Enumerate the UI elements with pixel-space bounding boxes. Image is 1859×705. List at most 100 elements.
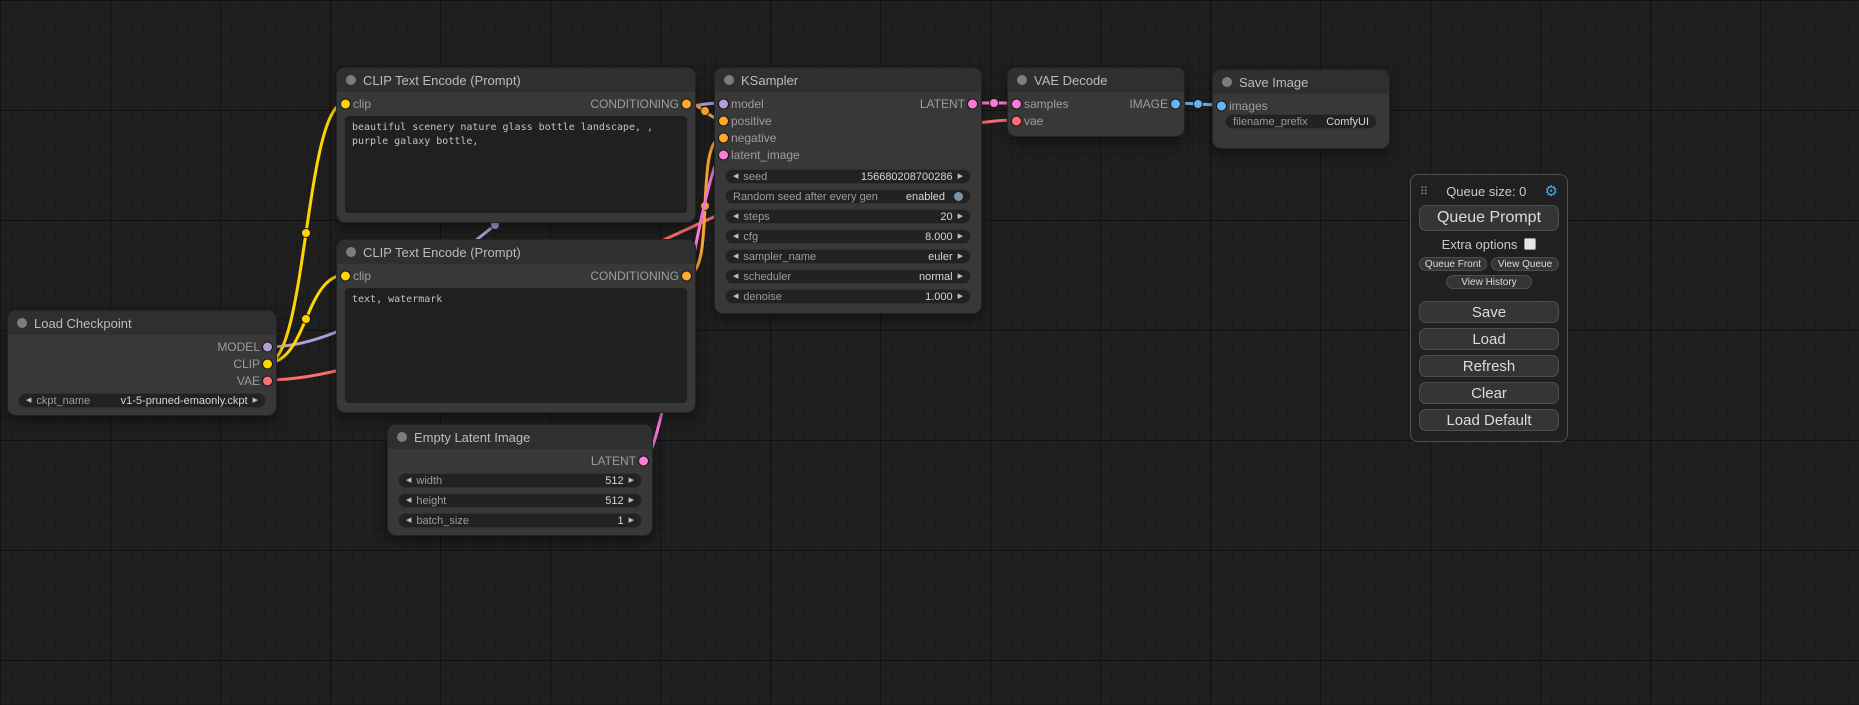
increment-arrow-icon[interactable]: ▶ <box>958 173 963 180</box>
decrement-arrow-icon[interactable]: ◀ <box>733 173 738 180</box>
increment-arrow-icon[interactable]: ▶ <box>958 213 963 220</box>
node-clip-text-encode-negative[interactable]: CLIP Text Encode (Prompt) clip CONDITION… <box>337 240 695 412</box>
decrement-arrow-icon[interactable]: ◀ <box>406 517 411 524</box>
prompt-text-field[interactable]: beautiful scenery nature glass bottle la… <box>345 116 687 213</box>
collapse-dot-icon[interactable] <box>17 318 27 328</box>
widget-height[interactable]: ◀ height 512 ▶ <box>398 493 642 508</box>
widget-ckpt-name[interactable]: ◀ ckpt_name v1-5-pruned-emaonly.ckpt ▶ <box>18 393 266 408</box>
output-port-vae[interactable] <box>263 376 272 385</box>
view-queue-button[interactable]: View Queue <box>1491 257 1559 271</box>
comfyui-canvas[interactable]: { "icons": { "left_arrow": "◀", "right_a… <box>0 0 1859 705</box>
save-button[interactable]: Save <box>1419 301 1559 323</box>
input-port-images[interactable] <box>1217 101 1226 110</box>
widget-batch-size[interactable]: ◀ batch_size 1 ▶ <box>398 513 642 528</box>
decrement-arrow-icon[interactable]: ◀ <box>26 397 31 404</box>
output-port-clip[interactable] <box>263 359 272 368</box>
node-vae-decode[interactable]: VAE Decode samples IMAGE vae <box>1008 68 1184 136</box>
output-label-conditioning: CONDITIONING <box>590 269 679 283</box>
widget-filename-prefix[interactable]: filename_prefix ComfyUI <box>1225 114 1377 129</box>
node-title-bar[interactable]: Save Image <box>1213 70 1389 94</box>
increment-arrow-icon[interactable]: ▶ <box>958 293 963 300</box>
input-port-clip[interactable] <box>341 271 350 280</box>
node-save-image[interactable]: Save Image images filename_prefix ComfyU… <box>1213 70 1389 148</box>
widget-denoise[interactable]: ◀ denoise 1.000 ▶ <box>725 289 971 304</box>
widget-value: ComfyUI <box>1326 116 1369 128</box>
collapse-dot-icon[interactable] <box>724 75 734 85</box>
output-row-latent: LATENT <box>388 452 652 469</box>
queue-prompt-button[interactable]: Queue Prompt <box>1419 205 1559 231</box>
increment-arrow-icon[interactable]: ▶ <box>629 497 634 504</box>
widget-seed[interactable]: ◀ seed 156680208700286 ▶ <box>725 169 971 184</box>
view-history-button[interactable]: View History <box>1446 275 1533 289</box>
clear-button[interactable]: Clear <box>1419 382 1559 404</box>
output-port-conditioning[interactable] <box>682 99 691 108</box>
collapse-dot-icon[interactable] <box>346 247 356 257</box>
output-port-model[interactable] <box>263 342 272 351</box>
widget-value: 1 <box>617 515 623 527</box>
prompt-text-field[interactable]: text, watermark <box>345 288 687 403</box>
node-title-bar[interactable]: Load Checkpoint <box>8 311 276 335</box>
widget-steps[interactable]: ◀ steps 20 ▶ <box>725 209 971 224</box>
decrement-arrow-icon[interactable]: ◀ <box>733 273 738 280</box>
node-ksampler[interactable]: KSampler model LATENT positive negative … <box>715 68 981 313</box>
collapse-dot-icon[interactable] <box>397 432 407 442</box>
increment-arrow-icon[interactable]: ▶ <box>958 253 963 260</box>
decrement-arrow-icon[interactable]: ◀ <box>406 477 411 484</box>
decrement-arrow-icon[interactable]: ◀ <box>733 213 738 220</box>
decrement-arrow-icon[interactable]: ◀ <box>733 293 738 300</box>
node-load-checkpoint[interactable]: Load Checkpoint MODEL CLIP VAE ◀ ckpt_na… <box>8 311 276 415</box>
output-port-conditioning[interactable] <box>682 271 691 280</box>
widget-value: 1.000 <box>925 291 953 303</box>
input-port-latent-image[interactable] <box>719 150 728 159</box>
drag-handle-icon[interactable]: ⠿ <box>1420 185 1428 198</box>
increment-arrow-icon[interactable]: ▶ <box>958 233 963 240</box>
node-empty-latent-image[interactable]: Empty Latent Image LATENT ◀ width 512 ▶ … <box>388 425 652 535</box>
refresh-button[interactable]: Refresh <box>1419 355 1559 377</box>
increment-arrow-icon[interactable]: ▶ <box>629 517 634 524</box>
load-button[interactable]: Load <box>1419 328 1559 350</box>
input-label-clip: clip <box>353 269 371 283</box>
node-title: VAE Decode <box>1034 73 1107 88</box>
increment-arrow-icon[interactable]: ▶ <box>958 273 963 280</box>
decrement-arrow-icon[interactable]: ◀ <box>733 253 738 260</box>
widget-cfg[interactable]: ◀ cfg 8.000 ▶ <box>725 229 971 244</box>
node-title-bar[interactable]: CLIP Text Encode (Prompt) <box>337 240 695 264</box>
increment-arrow-icon[interactable]: ▶ <box>253 397 258 404</box>
collapse-dot-icon[interactable] <box>1222 77 1232 87</box>
queue-front-button[interactable]: Queue Front <box>1419 257 1487 271</box>
widget-scheduler[interactable]: ◀ scheduler normal ▶ <box>725 269 971 284</box>
input-port-model[interactable] <box>719 99 728 108</box>
input-port-vae[interactable] <box>1012 116 1021 125</box>
toggle-dot-icon[interactable] <box>954 192 963 201</box>
input-label-latent-image: latent_image <box>731 148 800 162</box>
collapse-dot-icon[interactable] <box>346 75 356 85</box>
extra-options-checkbox[interactable] <box>1524 238 1536 250</box>
node-title-bar[interactable]: KSampler <box>715 68 981 92</box>
widget-value: 20 <box>940 211 952 223</box>
port-row-samples-image: samples IMAGE <box>1008 95 1184 112</box>
node-title-bar[interactable]: VAE Decode <box>1008 68 1184 92</box>
input-port-negative[interactable] <box>719 133 728 142</box>
output-port-latent[interactable] <box>968 99 977 108</box>
output-port-latent[interactable] <box>639 456 648 465</box>
widget-sampler-name[interactable]: ◀ sampler_name euler ▶ <box>725 249 971 264</box>
widget-random-seed-toggle[interactable]: Random seed after every gen enabled <box>725 189 971 204</box>
input-port-samples[interactable] <box>1012 99 1021 108</box>
decrement-arrow-icon[interactable]: ◀ <box>406 497 411 504</box>
widget-width[interactable]: ◀ width 512 ▶ <box>398 473 642 488</box>
input-port-clip[interactable] <box>341 99 350 108</box>
node-clip-text-encode-positive[interactable]: CLIP Text Encode (Prompt) clip CONDITION… <box>337 68 695 222</box>
collapse-dot-icon[interactable] <box>1017 75 1027 85</box>
node-title-bar[interactable]: Empty Latent Image <box>388 425 652 449</box>
node-title-bar[interactable]: CLIP Text Encode (Prompt) <box>337 68 695 92</box>
output-port-image[interactable] <box>1171 99 1180 108</box>
port-rows: MODEL CLIP VAE <box>8 335 276 389</box>
increment-arrow-icon[interactable]: ▶ <box>629 477 634 484</box>
decrement-arrow-icon[interactable]: ◀ <box>733 233 738 240</box>
input-port-positive[interactable] <box>719 116 728 125</box>
load-default-button[interactable]: Load Default <box>1419 409 1559 431</box>
input-row-images: images <box>1213 97 1389 114</box>
widget-name: filename_prefix <box>1233 116 1308 128</box>
settings-gear-icon[interactable]: ⚙ <box>1545 182 1558 200</box>
output-label-conditioning: CONDITIONING <box>590 97 679 111</box>
